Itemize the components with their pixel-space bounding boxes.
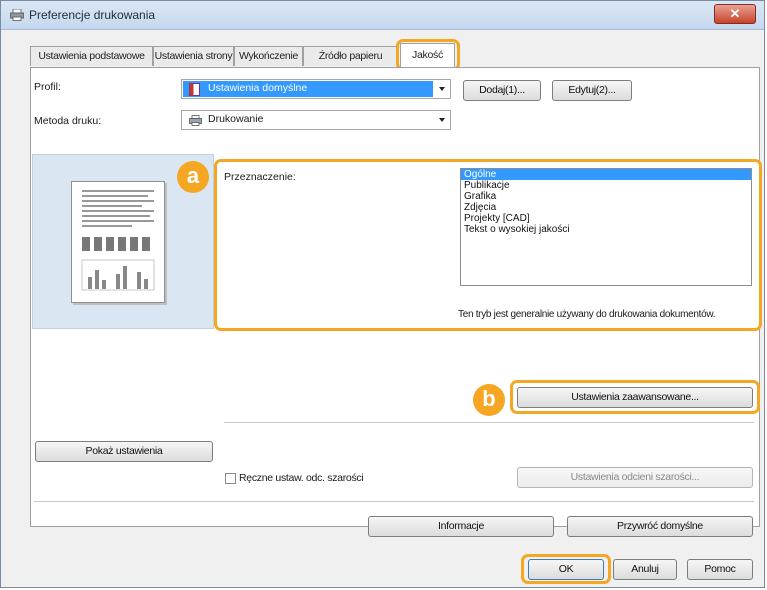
purpose-option[interactable]: Ogólne	[461, 169, 751, 180]
printer-icon	[189, 115, 202, 126]
grayscale-settings-button[interactable]: Ustawienia odcieni szarości...	[517, 467, 753, 488]
profile-value: Ustawienia domyślne	[208, 82, 308, 94]
printer-icon	[10, 9, 24, 21]
divider	[224, 422, 754, 423]
divider	[34, 501, 754, 502]
print-preferences-window: Preferencje drukowania ✕ Ustawienia pods…	[0, 0, 765, 588]
page-thumbnail-icon	[71, 181, 165, 303]
callout-marker-a: a	[177, 161, 209, 193]
purpose-listbox[interactable]: Ogólne Publikacje Grafika Zdjęcia Projek…	[460, 168, 752, 286]
grayscale-checkbox[interactable]	[225, 473, 236, 484]
profile-icon	[189, 83, 200, 96]
information-button[interactable]: Informacje	[368, 516, 554, 537]
print-method-dropdown[interactable]: Drukowanie	[181, 110, 451, 130]
purpose-description: Ten tryb jest generalnie używany do druk…	[458, 309, 716, 320]
restore-defaults-button[interactable]: Przywróć domyślne	[567, 516, 753, 537]
cancel-button[interactable]: Anuluj	[613, 559, 677, 580]
profile-dropdown[interactable]: Ustawienia domyślne	[181, 79, 451, 99]
purpose-option[interactable]: Projekty [CAD]	[461, 213, 751, 224]
purpose-option[interactable]: Tekst o wysokiej jakości	[461, 224, 751, 235]
profile-label: Profil:	[34, 81, 61, 93]
tab-finishing[interactable]: Wykończenie	[234, 46, 303, 66]
print-method-label: Metoda druku:	[34, 115, 102, 127]
add-profile-button[interactable]: Dodaj(1)...	[463, 80, 541, 101]
help-button[interactable]: Pomoc	[687, 559, 753, 580]
purpose-option[interactable]: Grafika	[461, 191, 751, 202]
edit-profile-button[interactable]: Edytuj(2)...	[552, 80, 632, 101]
tab-page-settings[interactable]: Ustawienia strony	[153, 46, 234, 66]
advanced-settings-button[interactable]: Ustawienia zaawansowane...	[517, 387, 753, 408]
window-title: Preferencje drukowania	[29, 8, 156, 22]
tab-quality[interactable]: Jakość	[400, 43, 455, 68]
ok-button[interactable]: OK	[528, 559, 604, 580]
purpose-option[interactable]: Publikacje	[461, 180, 751, 191]
callout-marker-b: b	[473, 384, 505, 416]
purpose-label: Przeznaczenie:	[224, 171, 296, 183]
title-bar: Preferencje drukowania ✕	[1, 1, 764, 30]
tab-paper-source[interactable]: Źródło papieru	[303, 46, 398, 66]
show-settings-button[interactable]: Pokaż ustawienia	[35, 441, 213, 462]
print-method-value: Drukowanie	[208, 113, 264, 125]
grayscale-checkbox-label: Ręczne ustaw. odc. szarości	[239, 472, 364, 484]
close-button[interactable]: ✕	[714, 4, 756, 24]
chevron-down-icon	[439, 118, 445, 122]
purpose-option[interactable]: Zdjęcia	[461, 202, 751, 213]
tab-basic-settings[interactable]: Ustawienia podstawowe	[30, 46, 153, 66]
chevron-down-icon	[439, 87, 445, 91]
